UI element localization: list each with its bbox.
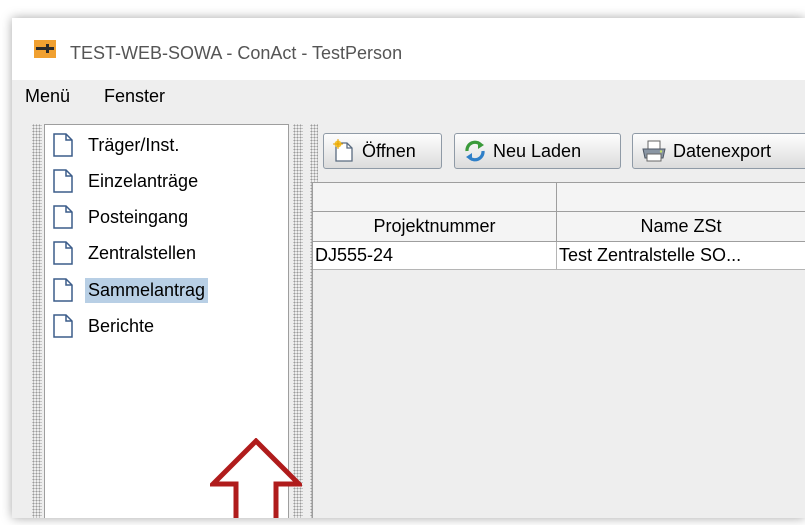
document-icon [53, 278, 73, 302]
document-icon [53, 314, 73, 338]
document-icon [53, 133, 73, 157]
tree-item-label-selected: Sammelantrag [85, 277, 209, 303]
export-button-label: Datenexport [673, 140, 772, 161]
table-cell-name-zst[interactable]: Test Zentralstelle SO... [557, 242, 805, 270]
group-header-row [313, 183, 805, 212]
up-arrow-icon [210, 438, 302, 518]
document-icon [53, 241, 73, 265]
document-icon [53, 205, 73, 229]
group-header-cell [557, 183, 805, 212]
document-icon [53, 169, 73, 193]
menu-fenster[interactable]: Fenster [104, 86, 165, 107]
results-table: Projektnummer Name ZSt DJ555-24 Test Zen… [312, 182, 805, 518]
tree-item-label: Einzelanträge [88, 170, 199, 191]
open-button[interactable]: Öffnen [323, 133, 442, 169]
printer-icon [642, 140, 666, 162]
window-title: TEST-WEB-SOWA - ConAct - TestPerson [70, 43, 403, 63]
conact-app-icon [34, 40, 56, 58]
reload-button-label: Neu Laden [493, 140, 582, 161]
tree-item-label: Zentralstellen [88, 242, 197, 263]
reload-button[interactable]: Neu Laden [454, 133, 621, 169]
application-window: TEST-WEB-SOWA - ConAct - TestPerson Menü… [12, 18, 805, 518]
tree-item-einzelantraege[interactable]: Einzelanträge [53, 167, 201, 195]
table-row[interactable]: DJ555-24 Test Zentralstelle SO... [313, 242, 805, 270]
tree-item-traeger-inst[interactable]: Träger/Inst. [53, 131, 182, 159]
navigation-tree: Träger/Inst. Einzelanträge Posteingang Z… [44, 124, 302, 518]
column-header-row: Projektnummer Name ZSt [313, 212, 805, 242]
tree-item-sammelantrag[interactable]: Sammelantrag [53, 276, 209, 304]
export-button[interactable]: Datenexport [632, 133, 805, 169]
refresh-icon [465, 140, 485, 162]
column-header-projektnummer[interactable]: Projektnummer [313, 212, 557, 242]
tree-item-posteingang[interactable]: Posteingang [53, 203, 191, 231]
column-header-name-zst[interactable]: Name ZSt [557, 212, 805, 242]
menu-bar: Menü Fenster [12, 80, 805, 120]
group-header-cell [313, 183, 557, 212]
title-bar: TEST-WEB-SOWA - ConAct - TestPerson [12, 18, 805, 80]
table-cell-projektnummer[interactable]: DJ555-24 [313, 242, 557, 270]
tree-item-label: Posteingang [88, 206, 189, 227]
tree-item-zentralstellen[interactable]: Zentralstellen [53, 239, 199, 267]
tree-item-label: Träger/Inst. [88, 134, 180, 155]
menu-menue[interactable]: Menü [25, 86, 70, 107]
new-document-icon [333, 139, 353, 162]
toolbar: Öffnen Neu Laden Datenexport [318, 124, 805, 182]
tree-item-label: Berichte [88, 315, 155, 336]
split-pane-grip-left[interactable] [32, 124, 42, 518]
tree-item-berichte[interactable]: Berichte [53, 312, 157, 340]
open-button-label: Öffnen [362, 140, 416, 161]
